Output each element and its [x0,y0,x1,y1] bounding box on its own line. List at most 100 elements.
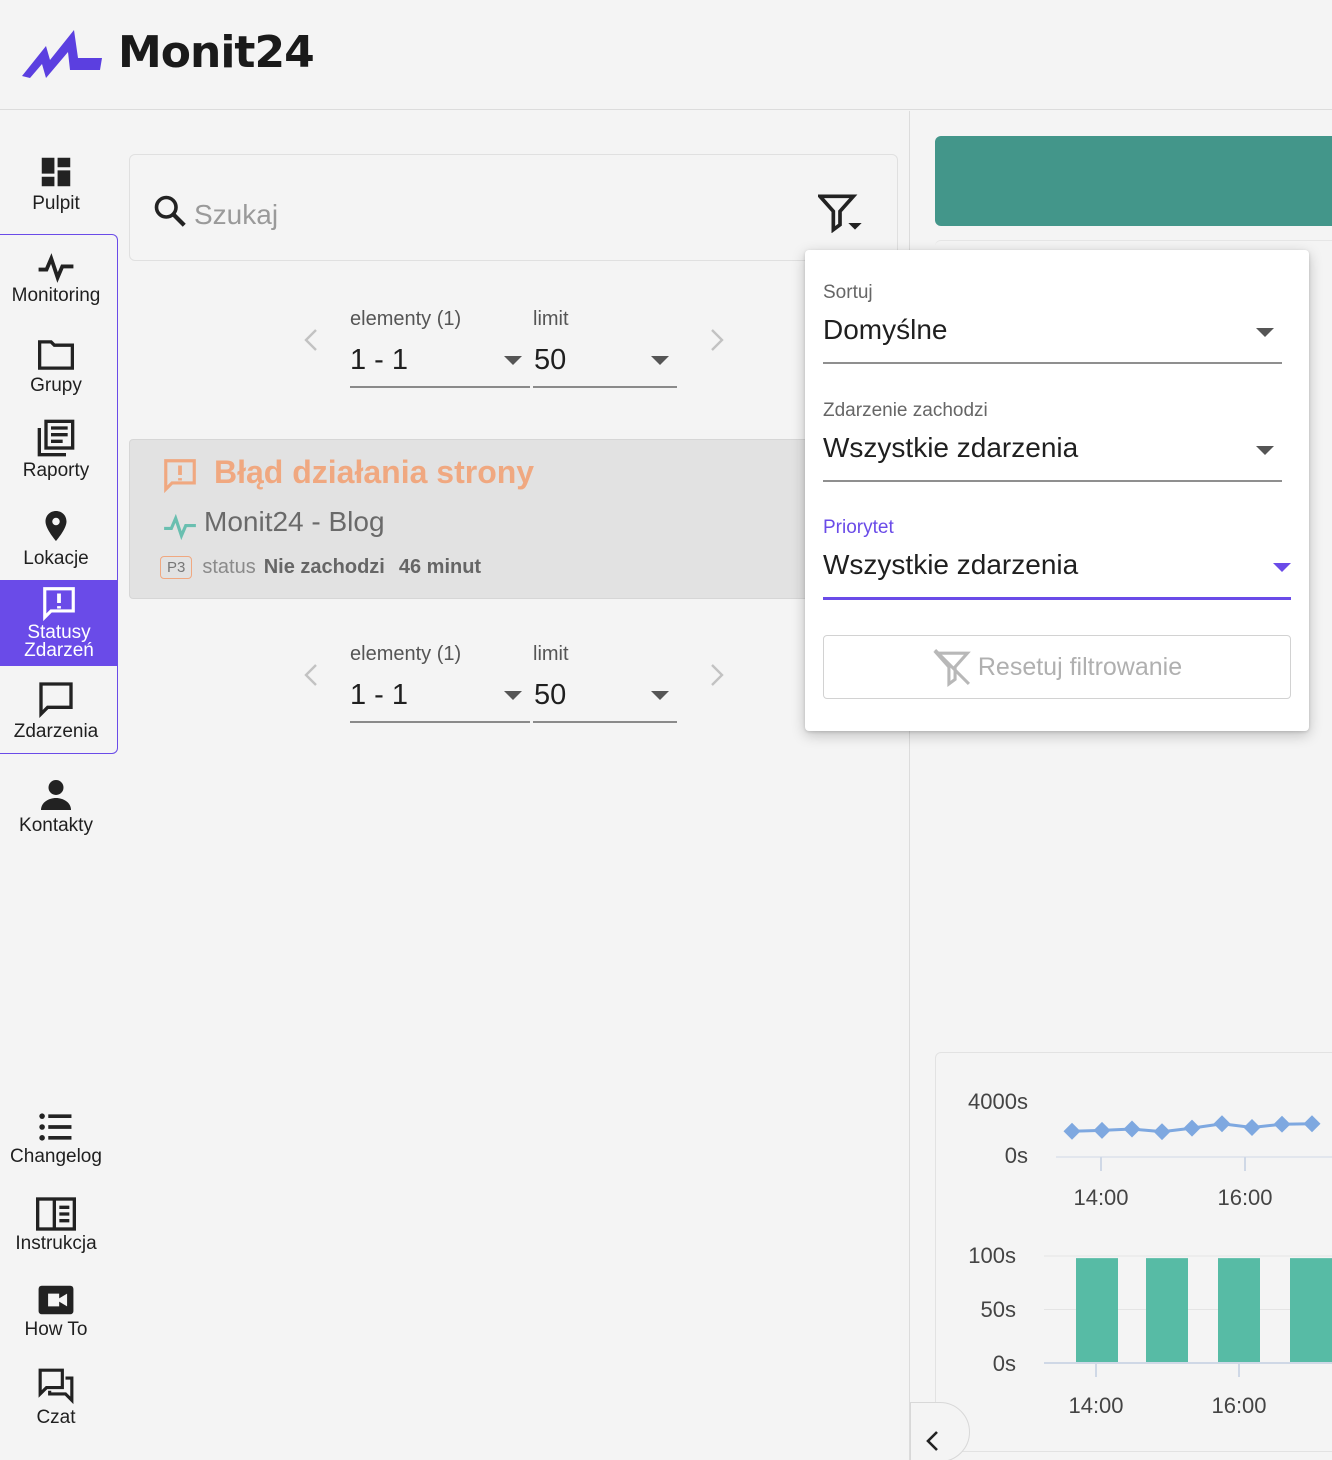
search-input[interactable]: Szukaj [194,199,278,231]
pulse-icon [38,253,74,283]
sidebar-item-label: Czat [36,1407,76,1428]
monitor-name: Monit24 - Blog [204,506,385,537]
limit-underline [533,386,677,388]
data-point [1273,1115,1291,1133]
duration-value: 46 minut [398,556,482,578]
list-icon [39,1113,72,1141]
reset-filter-label: Resetuj filtrowanie [977,652,1183,681]
bar [1076,1258,1118,1363]
sidebar-item-label: Grupy [30,375,82,396]
range-underline [350,386,530,388]
prev-page-icon[interactable] [300,655,324,695]
prev-page-icon[interactable] [300,320,324,360]
range-dropdown-icon[interactable] [504,356,522,365]
sidebar-nav: Pulpit Monitoring Grupy Raporty Lokacje … [0,111,118,1460]
range-dropdown-icon[interactable] [504,691,522,700]
sidebar-item-czat[interactable]: Czat [0,1367,112,1429]
filter-menu-icon[interactable] [815,193,862,238]
limit-underline [533,721,677,723]
sidebar-item-statusy-zdarzen[interactable]: Statusy Zdarzeń [0,580,118,666]
sidebar-item-label: Lokacje [23,548,89,569]
search-icon [152,193,188,234]
pulse-icon [164,514,196,540]
y-tick-label: 50s [981,1297,1016,1322]
priority-badge: P3 [160,556,193,579]
priority-select[interactable]: Priorytet Wszystkie zdarzenia [823,517,1291,603]
range-select[interactable]: 1 - 1 [350,679,408,712]
location-pin-icon [45,511,67,541]
data-point [1123,1120,1141,1138]
event-title: Błąd działania strony [214,454,535,490]
sidebar-item-grupy[interactable]: Grupy [0,337,112,397]
chevron-down-icon [1256,328,1274,337]
logo-text: Monit24 [118,26,315,78]
sidebar-item-label: Pulpit [32,193,80,214]
range-select[interactable]: 1 - 1 [350,344,408,377]
status-banner [935,136,1332,226]
y-tick-label: 4000s [968,1089,1028,1114]
logo-mark-icon [22,30,102,78]
chat-icon [39,682,73,719]
data-point [1063,1122,1081,1140]
sort-underline [823,362,1282,364]
sidebar-item-zdarzenia[interactable]: Zdarzenia [0,679,112,743]
chevron-down-icon [1256,446,1274,455]
sidebar-item-lokacje[interactable]: Lokacje [0,506,112,570]
data-point [1183,1119,1201,1137]
limit-dropdown-icon[interactable] [651,691,669,700]
limit-select[interactable]: 50 [534,679,566,712]
data-point [1213,1115,1231,1133]
person-icon [41,780,71,810]
bar [1218,1258,1260,1363]
chevron-down-icon [1273,563,1291,572]
data-point [1303,1115,1321,1133]
status-value: Nie zachodzi [263,556,385,578]
range-underline [350,721,530,723]
data-point [1153,1123,1171,1141]
sidebar-item-monitoring[interactable]: Monitoring [0,253,112,307]
data-point [1243,1119,1261,1136]
limit-dropdown-icon[interactable] [651,356,669,365]
monitoring-nav-group [0,234,118,754]
charts-card: 4000s 0s 14:00 16:00 100s 50s 0s 14:00 16:00 [935,1052,1332,1452]
filter-popup: Sortuj Domyślne Zdarzenie zachodzi Wszys… [805,250,1309,731]
priority-label: Priorytet [823,517,894,538]
event-meta: P3 status Nie zachodzi 46 minut [160,556,481,579]
forum-icon [38,1368,74,1405]
logo[interactable]: Monit24 [20,24,315,80]
limit-label: limit [533,643,569,665]
pagination-bottom: elementy (1) 1 - 1 limit 50 [300,643,730,733]
charts-svg: 4000s 0s 14:00 16:00 100s 50s 0s 14:00 16:00 [968,1089,1332,1418]
sidebar-item-raporty[interactable]: Raporty [0,418,112,482]
sidebar-item-label: Monitoring [11,285,101,306]
alert-chat-icon [164,459,196,494]
sidebar-item-changelog[interactable]: Changelog [0,1110,112,1168]
sidebar-item-label: Raporty [22,460,90,481]
app-header: Monit24 [0,0,1332,110]
priority-underline [823,597,1291,600]
sidebar-item-instrukcja[interactable]: Instrukcja [0,1197,112,1255]
sidebar-item-label-line2: Zdarzeń [24,640,94,661]
occurs-select[interactable]: Zdarzenie zachodzi Wszystkie zdarzenia [823,400,1282,484]
sidebar-item-how-to[interactable]: How To [0,1283,112,1341]
sidebar-item-pulpit[interactable]: Pulpit [0,153,112,215]
sort-select[interactable]: Sortuj Domyślne [823,282,1282,366]
limit-select[interactable]: 50 [534,344,566,377]
next-page-icon[interactable] [704,320,728,360]
data-point [1093,1121,1111,1139]
filter-off-icon [933,648,971,687]
sidebar-item-kontakty[interactable]: Kontakty [0,777,112,837]
reset-filter-button[interactable]: Resetuj filtrowanie [823,635,1291,699]
x-tick-label: 16:00 [1211,1393,1266,1418]
y-tick-label: 0s [993,1351,1016,1376]
next-page-icon[interactable] [704,655,728,695]
sort-label: Sortuj [823,282,873,303]
limit-label: limit [533,308,569,330]
collapse-panel-button[interactable] [910,1402,970,1460]
dashboard-icon [41,157,71,187]
folder-icon [37,340,74,370]
sort-value: Domyślne [823,314,948,345]
report-icon [37,419,75,457]
event-status-card[interactable]: Błąd działania strony Monit24 - Blog P3 … [129,439,819,599]
elements-label: elementy (1) [350,308,462,330]
